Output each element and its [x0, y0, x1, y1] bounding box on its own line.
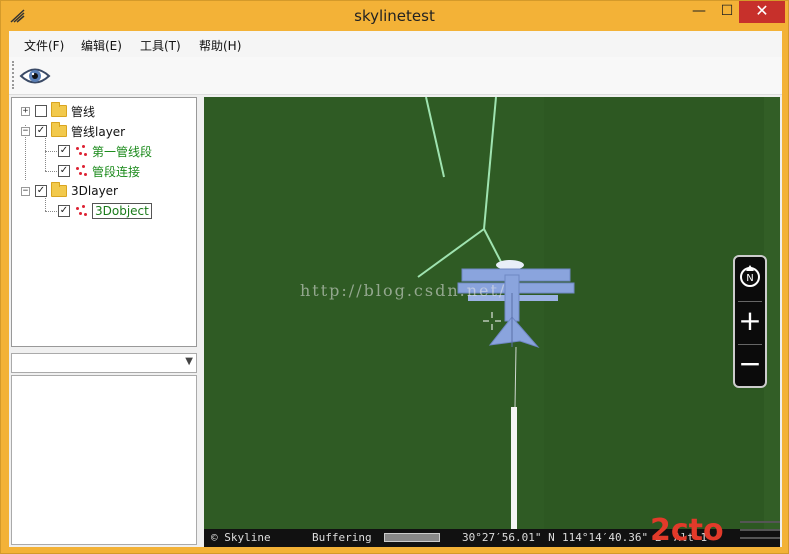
menu-bar: 文件(F) 编辑(E) 工具(T) 帮助(H): [9, 31, 782, 57]
minimize-button[interactable]: —: [685, 1, 713, 23]
tree-checkbox[interactable]: ✓: [58, 165, 70, 177]
tree-node-3dlayer[interactable]: − ✓ 3Dlayer: [21, 182, 118, 200]
svg-text:2cto: 2cto: [650, 513, 724, 548]
collapse-icon[interactable]: −: [21, 126, 30, 136]
folder-icon: [51, 102, 67, 117]
toolbar: [9, 57, 782, 95]
tree-checkbox[interactable]: ✓: [58, 145, 70, 157]
tree-node-label: 3Dobject: [92, 203, 152, 219]
expand-icon[interactable]: +: [21, 106, 30, 116]
chevron-down-icon[interactable]: ▼: [185, 356, 193, 367]
folder-icon: [51, 122, 67, 137]
app-window: skylinetest — ☐ ✕ 文件(F) 编辑(E) 工具(T) 帮助(H…: [0, 0, 789, 554]
tree-checkbox[interactable]: ✓: [35, 125, 47, 137]
compass-north-label: N: [746, 273, 753, 284]
scene-canvas: [204, 97, 780, 529]
tree-node-label: 3Dlayer: [71, 184, 118, 198]
tree-node-first-pipe[interactable]: ✓ 第一管线段: [58, 142, 152, 160]
toolbar-grip[interactable]: [12, 61, 15, 89]
feature-layer-icon: [74, 144, 88, 158]
layer-tree[interactable]: + 管线 − ✓ 管线layer ✓ 第一管线段 ✓ 管段连接 − ✓ 3Dla…: [11, 97, 197, 347]
left-panel: + 管线 − ✓ 管线layer ✓ 第一管线段 ✓ 管段连接 − ✓ 3Dla…: [11, 97, 197, 545]
tree-node-label: 管线: [71, 104, 96, 119]
tree-node-label: 管线layer: [71, 124, 126, 139]
tree-node-pipeline[interactable]: + 管线: [21, 102, 95, 120]
tree-node-3dobject[interactable]: ✓ 3Dobject: [58, 202, 152, 220]
menu-edit[interactable]: 编辑(E): [81, 37, 122, 54]
zoom-in-button[interactable]: +: [735, 301, 765, 344]
menu-file[interactable]: 文件(F): [24, 37, 64, 54]
feature-layer-icon: [74, 204, 88, 218]
compass-north-button[interactable]: N: [735, 257, 765, 300]
tree-checkbox[interactable]: [35, 105, 47, 117]
tree-node-label: 管段连接: [92, 164, 141, 179]
watermark-text: http://blog.csdn.net/: [300, 281, 507, 300]
tree-node-pipeline-layer[interactable]: − ✓ 管线layer: [21, 122, 125, 140]
3d-viewport[interactable]: http://blog.csdn.net/ N + − © Skyline Bu…: [204, 97, 780, 547]
tree-connector: [45, 151, 57, 152]
window-title: skylinetest: [354, 7, 435, 25]
close-button[interactable]: ✕: [739, 1, 785, 23]
tree-connector: [45, 211, 57, 212]
feature-layer-icon: [74, 164, 88, 178]
latitude-readout: 30°27′56.01" N: [462, 531, 555, 544]
tree-checkbox[interactable]: ✓: [35, 185, 47, 197]
menu-help[interactable]: 帮助(H): [199, 37, 241, 54]
copyright-label: © Skyline: [211, 531, 271, 544]
properties-area[interactable]: [11, 375, 197, 545]
tree-checkbox[interactable]: ✓: [58, 205, 70, 217]
layer-combo[interactable]: ▼: [11, 353, 197, 373]
buffering-progress: [384, 533, 440, 542]
tree-node-pipe-connect[interactable]: ✓ 管段连接: [58, 162, 140, 180]
folder-icon: [51, 182, 67, 197]
menu-tools[interactable]: 工具(T): [140, 37, 181, 54]
eye-icon[interactable]: [19, 63, 51, 89]
maximize-button[interactable]: ☐: [713, 1, 741, 23]
client-area: 文件(F) 编辑(E) 工具(T) 帮助(H) + 管线 − ✓ 管线layer…: [9, 31, 782, 547]
navigation-control: N + −: [733, 255, 767, 388]
tree-connector: [45, 171, 57, 172]
collapse-icon[interactable]: −: [21, 186, 30, 196]
zoom-out-button[interactable]: −: [735, 344, 765, 387]
tree-node-label: 第一管线段: [92, 144, 153, 159]
title-bar[interactable]: skylinetest — ☐ ✕: [1, 1, 788, 31]
site-logo-icon: 2cto: [650, 513, 780, 548]
buffering-label: Buffering: [312, 531, 372, 544]
